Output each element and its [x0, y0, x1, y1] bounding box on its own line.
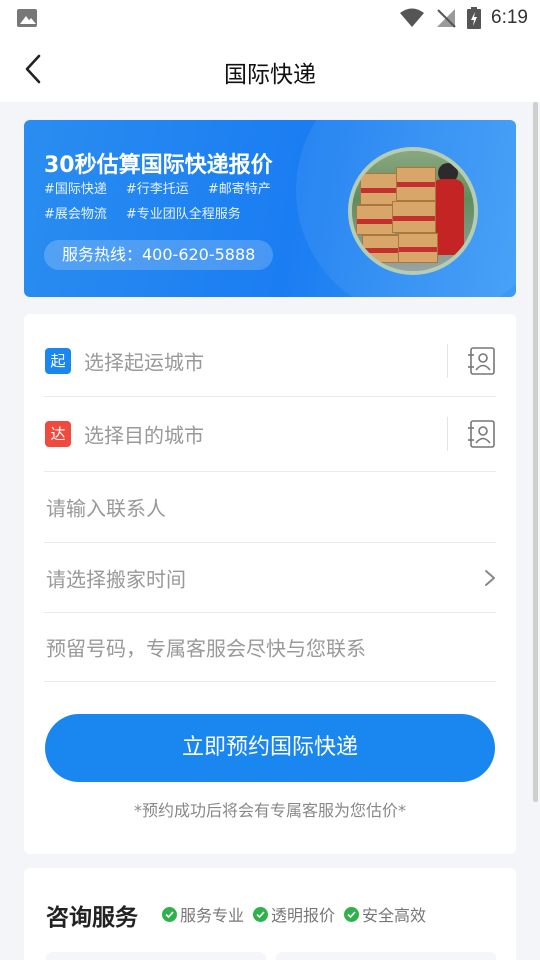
- status-bar: 6:19: [0, 0, 540, 38]
- contact-name-field[interactable]: 请输入联系人: [44, 472, 496, 543]
- origin-badge: 起: [45, 348, 71, 374]
- feature-item: 安全高效: [344, 902, 426, 926]
- banner-tag: #展会物流: [44, 207, 107, 222]
- contact-name-placeholder: 请输入联系人: [46, 496, 166, 521]
- status-time: 6:19: [491, 7, 528, 28]
- contact-book-icon[interactable]: [468, 419, 496, 449]
- chevron-right-icon: [485, 569, 495, 586]
- nav-bar: 国际快递: [0, 38, 540, 102]
- feature-label: 安全高效: [362, 906, 427, 925]
- origin-city-field[interactable]: 起 选择起运城市: [44, 326, 496, 397]
- moving-time-field[interactable]: 请选择搬家时间: [44, 543, 496, 613]
- gallery-icon: [17, 9, 37, 27]
- wifi-icon: [400, 8, 425, 27]
- feature-item: 透明报价: [253, 902, 335, 926]
- booking-form: 起 选择起运城市 达 选择目的城市 请输入联系人 请选择搬家时间 预留号码，专属…: [24, 314, 516, 854]
- check-icon: [162, 906, 177, 922]
- hotline-pill[interactable]: 服务热线：400-620-5888: [44, 240, 274, 270]
- consult-option-card[interactable]: [276, 952, 496, 960]
- feature-item: 服务专业: [162, 902, 244, 926]
- promo-banner[interactable]: 30秒估算国际快递报价 #国际快递 #行李托运 #邮寄特产 #展会物流 #专业团…: [24, 120, 516, 297]
- destination-city-placeholder: 选择目的城市: [84, 423, 204, 448]
- booking-hint: *预约成功后将会有专属客服为您估价*: [133, 801, 406, 820]
- phone-placeholder: 预留号码，专属客服会尽快与您联系: [46, 636, 366, 661]
- status-icons: 6:19: [399, 5, 528, 31]
- battery-icon: [467, 7, 482, 29]
- check-icon: [344, 906, 360, 922]
- divider: [447, 344, 448, 378]
- consult-service-card: 咨询服务 服务专业 透明报价 安全高效: [24, 868, 516, 960]
- check-icon: [253, 906, 269, 922]
- book-express-button[interactable]: 立即预约国际快递: [45, 714, 495, 782]
- phone-field[interactable]: 预留号码，专属客服会尽快与您联系: [44, 613, 496, 682]
- divider: [447, 417, 448, 451]
- no-signal-icon: [437, 9, 456, 28]
- feature-list: 服务专业 透明报价 安全高效: [162, 902, 435, 926]
- courier-boxes-photo: [348, 147, 478, 275]
- scrollbar[interactable]: [533, 102, 538, 802]
- feature-label: 服务专业: [180, 906, 245, 925]
- consult-title: 咨询服务: [46, 905, 138, 931]
- banner-tag: #邮寄特产: [207, 182, 271, 197]
- banner-tag: #国际快递: [44, 182, 107, 197]
- moving-time-placeholder: 请选择搬家时间: [46, 567, 186, 591]
- origin-city-placeholder: 选择起运城市: [84, 350, 204, 375]
- consult-option-card[interactable]: [46, 952, 266, 960]
- destination-badge: 达: [45, 421, 71, 447]
- feature-label: 透明报价: [271, 906, 336, 925]
- banner-tags: #国际快递 #行李托运 #邮寄特产 #展会物流 #专业团队全程服务: [44, 180, 304, 230]
- banner-tag: #行李托运: [125, 182, 189, 197]
- banner-tag: #专业团队全程服务: [125, 207, 241, 222]
- destination-city-field[interactable]: 达 选择目的城市: [44, 397, 496, 472]
- page-title: 国际快递: [224, 62, 316, 88]
- banner-title: 30秒估算国际快递报价: [44, 153, 273, 178]
- contact-book-icon[interactable]: [468, 346, 496, 376]
